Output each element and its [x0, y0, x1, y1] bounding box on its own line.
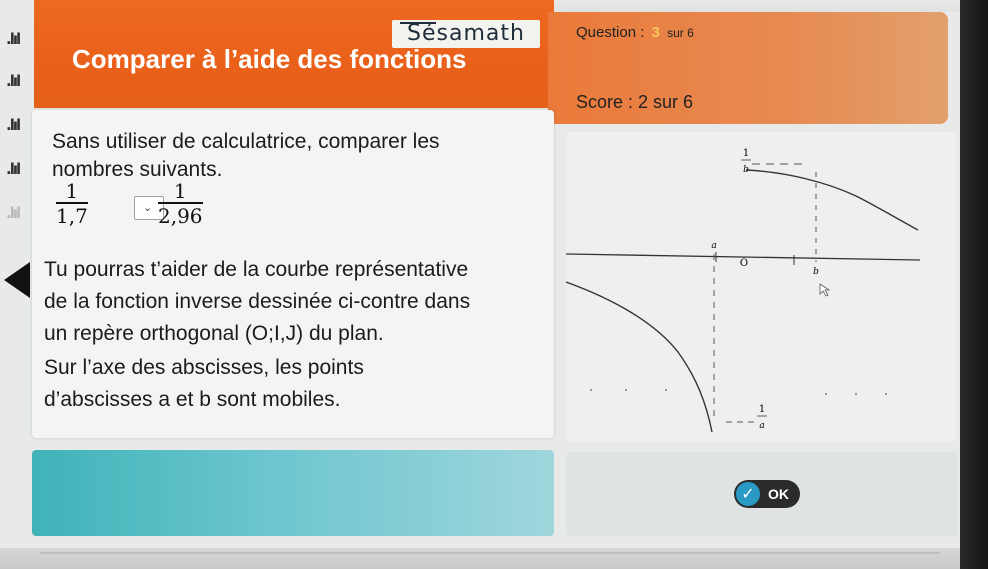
window-edge: [960, 0, 988, 569]
label-origin: O: [740, 258, 748, 269]
answer-panel: [32, 450, 554, 536]
label-1-over-a-den: a: [759, 421, 764, 431]
bar-chart-icon[interactable]: .lıl: [6, 116, 21, 134]
label-1-over-b-den: b: [743, 165, 749, 175]
bar-chart-icon[interactable]: .lıl: [6, 30, 21, 48]
logo-overline: [400, 22, 436, 24]
label-1-over-a-num: 1: [759, 404, 765, 415]
hint-line-1: Tu pourras t’aider de la courbe représen…: [44, 258, 469, 281]
left-fraction-numerator: 1: [65, 179, 79, 203]
question-panel: Sans utiliser de calculatrice, comparer …: [32, 110, 554, 438]
hint-line-4: Sur l’axe des abscisses, les points: [44, 356, 364, 379]
bar-chart-icon[interactable]: .lıl: [6, 72, 21, 90]
right-fraction-numerator: 1: [173, 179, 187, 203]
question-counter: Question : 3 sur 6: [576, 24, 694, 41]
label-a: a: [711, 241, 716, 251]
bar-chart-icon[interactable]: .lıl: [6, 204, 21, 222]
curve-negative-branch: [566, 281, 713, 433]
ok-button-label: OK: [768, 486, 789, 502]
chevron-down-icon: ⌄: [143, 201, 153, 214]
page-title: Comparer à l’aide des fonctions: [72, 44, 467, 74]
label-b: b: [813, 267, 819, 277]
ok-button[interactable]: ✓ OK: [734, 480, 800, 508]
graph-panel: 1 b a O b 1 a: [566, 132, 956, 442]
question-total: sur 6: [667, 26, 694, 40]
logo-text: Sésamath: [407, 21, 525, 46]
bottom-strip: [0, 548, 988, 569]
bar-chart-icon[interactable]: .lıl: [6, 160, 21, 178]
dot: [665, 389, 667, 391]
previous-arrow-icon[interactable]: [4, 262, 30, 298]
hint-line-2: de la fonction inverse dessinée ci-contr…: [44, 290, 471, 313]
question-label: Question :: [576, 24, 645, 41]
dot: [885, 393, 887, 395]
label-1-over-b-num: 1: [743, 148, 749, 159]
score: Score : 2 sur 6: [576, 92, 694, 112]
left-fraction: 1 1,7: [56, 180, 88, 228]
question-number: 3: [651, 24, 660, 41]
cursor-icon: [819, 283, 831, 297]
right-fraction: 1 2,96: [158, 180, 203, 228]
top-strip: [554, 0, 960, 12]
left-fraction-denominator: 1,7: [56, 203, 88, 228]
hint-line-3: un repère orthogonal (O;I,J) du plan.: [44, 322, 384, 345]
check-icon: ✓: [736, 482, 760, 506]
curve-positive-branch: [745, 169, 919, 231]
question-line-1: Sans utiliser de calculatrice, comparer …: [52, 130, 440, 153]
divider: [40, 552, 940, 554]
right-fraction-denominator: 2,96: [158, 203, 203, 228]
dot: [590, 389, 592, 391]
inverse-function-graph: 1 b a O b 1 a: [566, 148, 921, 433]
dot: [625, 389, 627, 391]
hint-line-5: d’abscisses a et b sont mobiles.: [44, 388, 341, 411]
dot: [825, 393, 827, 395]
dot: [855, 393, 857, 395]
